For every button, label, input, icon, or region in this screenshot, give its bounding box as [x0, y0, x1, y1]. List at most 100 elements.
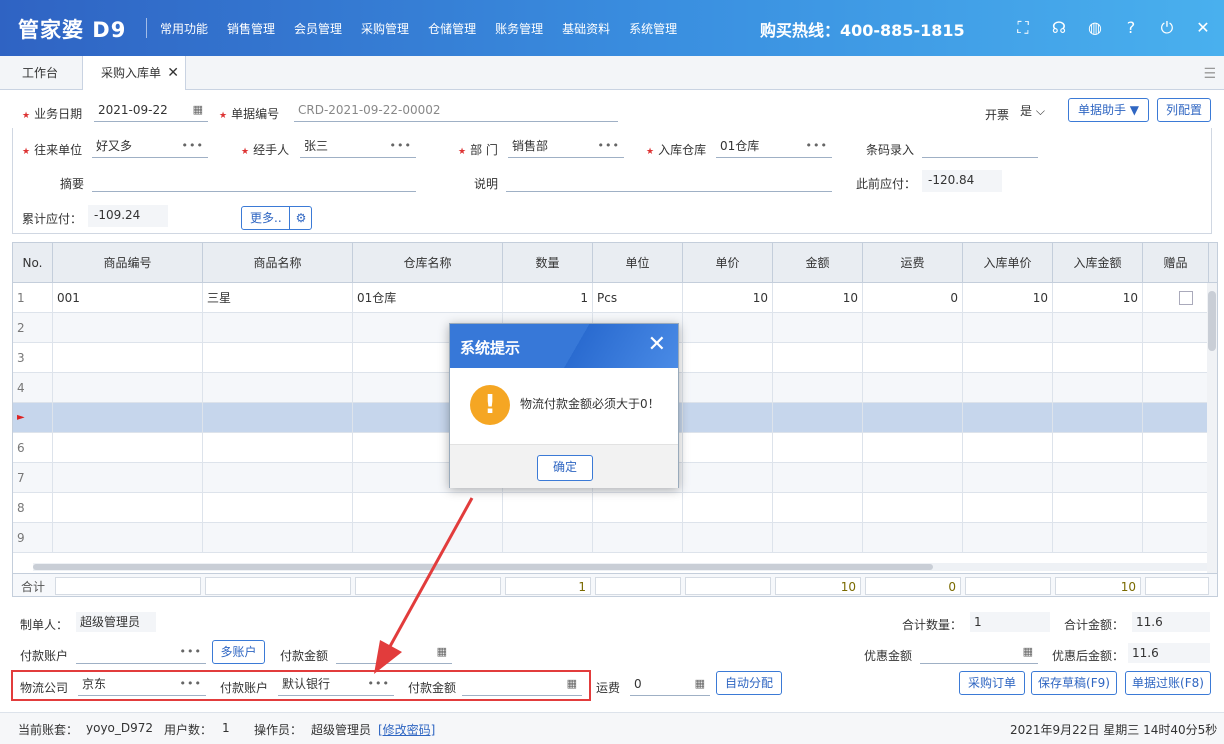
freight-input[interactable]: 0 ▦ — [630, 674, 710, 696]
palette-icon[interactable]: ◍ — [1084, 17, 1106, 39]
more-icon[interactable]: ••• — [806, 136, 828, 156]
more-button[interactable]: 更多.. ⚙ — [241, 206, 312, 230]
arrow-line — [386, 497, 474, 651]
menu-item-common[interactable]: 常用功能 — [160, 20, 208, 37]
col-in-amount[interactable]: 入库金额 — [1053, 243, 1143, 283]
tab-workbench[interactable]: 工作台 — [0, 56, 80, 90]
menu-item-system[interactable]: 系统管理 — [629, 20, 677, 37]
tab-list-icon[interactable]: ☰ — [1203, 66, 1216, 82]
col-gift[interactable]: 赠品 — [1143, 243, 1209, 283]
col-amount[interactable]: 金额 — [773, 243, 863, 283]
note-input[interactable] — [506, 170, 832, 192]
row-number: 1 — [13, 283, 53, 313]
gift-checkbox[interactable] — [1179, 291, 1193, 305]
doc-no-input[interactable]: CRD-2021-09-22-00002 — [294, 100, 618, 122]
tab-purchase-in[interactable]: 采购入库单 ✕ — [82, 56, 186, 90]
sum-freight: 0 — [865, 577, 961, 595]
more-icon[interactable]: ••• — [390, 136, 412, 156]
cell-in-price[interactable]: 10 — [963, 283, 1053, 313]
pay-account-input[interactable]: ••• — [76, 642, 206, 664]
purchase-order-button[interactable]: 采购订单 — [959, 671, 1025, 695]
table-row[interactable]: 8 — [13, 493, 1217, 523]
table-row[interactable]: 9 — [13, 523, 1217, 553]
ok-button[interactable]: 确定 — [537, 455, 593, 481]
warehouse-input[interactable]: 01仓库 ••• — [716, 136, 832, 158]
sum-row: 合计 1 10 0 10 — [13, 573, 1217, 596]
cell-warehouse[interactable]: 01仓库 — [353, 283, 503, 313]
cell-in-amount[interactable]: 10 — [1053, 283, 1143, 313]
close-icon[interactable]: ✕ — [648, 332, 666, 357]
calculator-icon[interactable]: ▦ — [1023, 642, 1034, 662]
post-document-button[interactable]: 单据过账(F8) — [1125, 671, 1211, 695]
pay-account-label: 付款账户 — [20, 649, 69, 663]
doc-helper-button[interactable]: 单据助手 ▼ — [1068, 98, 1149, 122]
more-icon[interactable]: ••• — [598, 136, 620, 156]
more-icon[interactable]: ••• — [180, 642, 202, 662]
after-discount-value: 11.6 — [1128, 643, 1210, 663]
cell-unit[interactable]: Pcs — [593, 283, 683, 313]
col-no[interactable]: No. — [13, 243, 53, 283]
col-warehouse[interactable]: 仓库名称 — [353, 243, 503, 283]
menu-item-accounts[interactable]: 账务管理 — [495, 20, 543, 37]
close-icon[interactable]: ✕ — [167, 56, 179, 90]
biz-date-input[interactable]: 2021-09-22 ▦ — [94, 100, 208, 122]
cell-price[interactable]: 10 — [683, 283, 773, 313]
power-icon[interactable]: ⏻ — [1156, 17, 1178, 39]
dept-input[interactable]: 销售部 ••• — [508, 136, 624, 158]
col-code[interactable]: 商品编号 — [53, 243, 203, 283]
scan-icon[interactable]: ⛶ — [1012, 17, 1034, 39]
col-name[interactable]: 商品名称 — [203, 243, 353, 283]
menu-item-basic-data[interactable]: 基础资料 — [562, 20, 610, 37]
scrollbar-thumb[interactable] — [1208, 291, 1216, 351]
col-in-price[interactable]: 入库单价 — [963, 243, 1053, 283]
calculator-icon[interactable]: ▦ — [695, 674, 706, 694]
menu-item-member[interactable]: 会员管理 — [294, 20, 342, 37]
change-password-link[interactable]: [修改密码] — [378, 721, 435, 738]
arrow-head — [374, 640, 402, 674]
after-discount-label: 优惠后金额： — [1052, 649, 1125, 663]
row-number: 7 — [13, 463, 53, 493]
more-icon[interactable]: ••• — [182, 136, 204, 156]
summary-label: 摘要 — [60, 177, 85, 191]
dialog-footer: 确定 — [450, 444, 678, 488]
sum-qty: 1 — [505, 577, 591, 595]
auto-assign-button[interactable]: 自动分配 — [716, 671, 782, 695]
cell-code[interactable]: 001 — [53, 283, 203, 313]
col-unit[interactable]: 单位 — [593, 243, 683, 283]
col-freight[interactable]: 运费 — [863, 243, 963, 283]
column-config-button[interactable]: 列配置 — [1157, 98, 1211, 122]
doc-no-label: ★ 单据编号 — [219, 107, 280, 121]
cell-name[interactable]: 三星 — [203, 283, 353, 313]
menu-item-purchase[interactable]: 采购管理 — [361, 20, 409, 37]
cum-payable-label: 累计应付： — [22, 212, 83, 226]
dept-label: ★ 部 门 — [458, 143, 498, 157]
tab-bar: 工作台 采购入库单 ✕ — [0, 56, 1224, 90]
save-draft-button[interactable]: 保存草稿(F9) — [1031, 671, 1117, 695]
gear-icon[interactable]: ⚙ — [289, 207, 312, 229]
menu-item-storage[interactable]: 仓储管理 — [428, 20, 476, 37]
barcode-label: 条码录入 — [866, 143, 915, 157]
multi-account-button[interactable]: 多账户 — [212, 640, 265, 664]
cell-freight[interactable]: 0 — [863, 283, 963, 313]
col-price[interactable]: 单价 — [683, 243, 773, 283]
horizontal-scrollbar[interactable] — [33, 563, 1213, 571]
menu-item-sales[interactable]: 销售管理 — [227, 20, 275, 37]
table-row[interactable]: 1 001 三星 01仓库 1 Pcs 10 10 0 10 10 — [13, 283, 1217, 313]
warning-icon: ! — [470, 385, 510, 425]
divider — [146, 18, 147, 38]
close-icon[interactable]: ✕ — [1192, 17, 1214, 39]
summary-input[interactable] — [92, 170, 416, 192]
cell-amount[interactable]: 10 — [773, 283, 863, 313]
discount-input[interactable]: ▦ — [920, 642, 1038, 664]
handler-input[interactable]: 张三 ••• — [300, 136, 416, 158]
pay-amount-label: 付款金额 — [280, 649, 329, 663]
invoice-select[interactable]: 是 ⌵ — [1020, 100, 1060, 122]
cell-qty[interactable]: 1 — [503, 283, 593, 313]
headset-icon[interactable]: ☊ — [1048, 17, 1070, 39]
vertical-scrollbar[interactable] — [1207, 283, 1217, 573]
col-qty[interactable]: 数量 — [503, 243, 593, 283]
barcode-input[interactable] — [922, 136, 1038, 158]
help-icon[interactable]: ? — [1120, 17, 1142, 39]
partner-input[interactable]: 好又多 ••• — [92, 136, 208, 158]
calendar-icon[interactable]: ▦ — [193, 100, 204, 120]
